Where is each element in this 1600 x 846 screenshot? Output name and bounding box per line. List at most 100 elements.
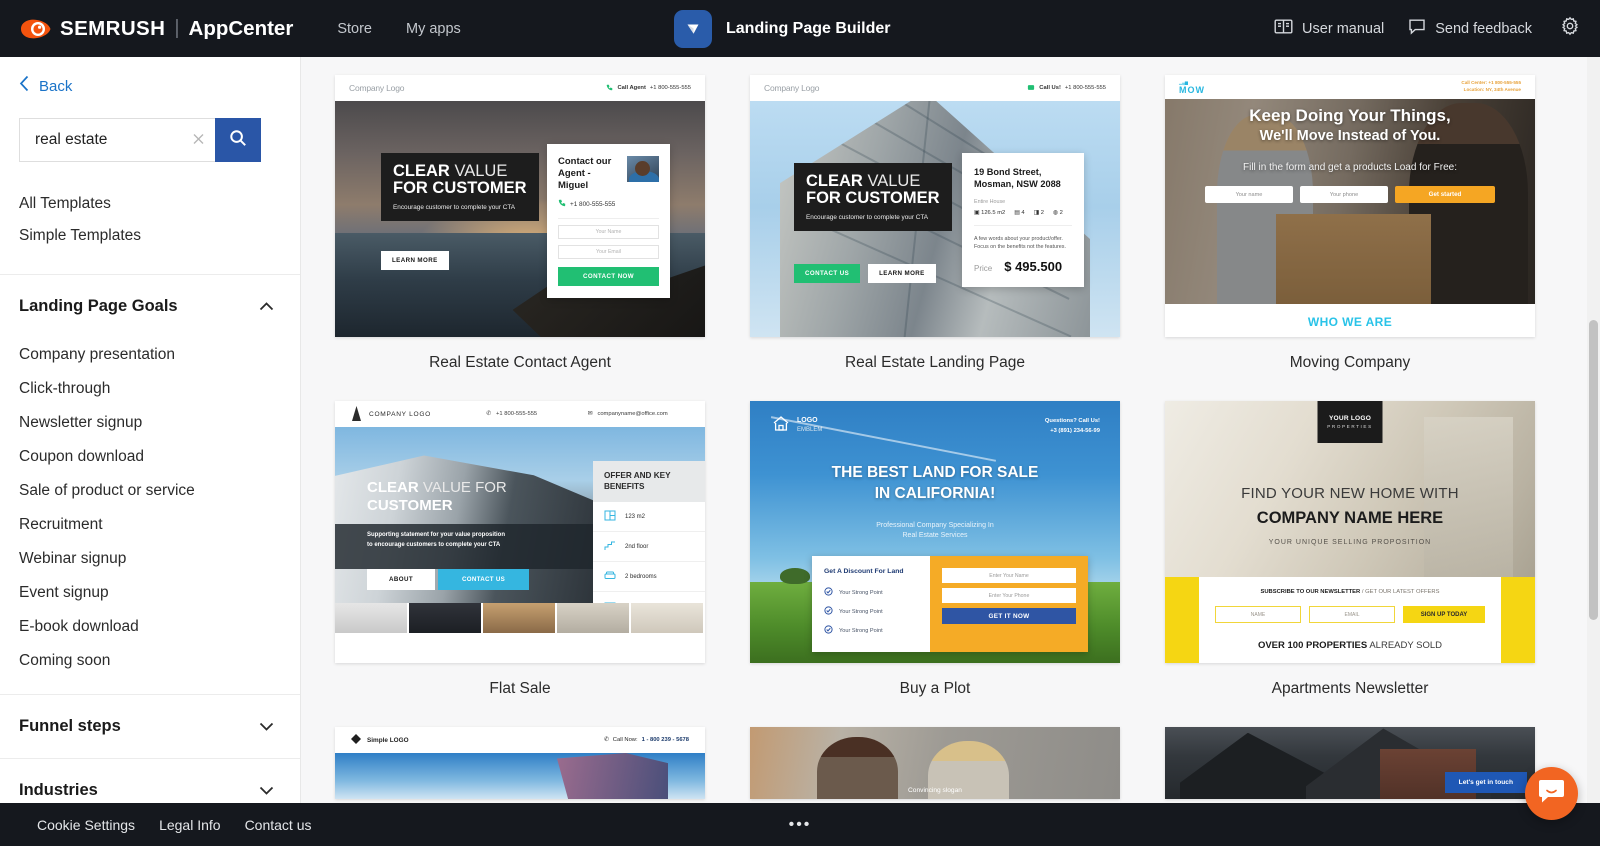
- template-card-flat-sale[interactable]: COMPANY LOGO ✆ +1 800-555-555 ✉ companyn…: [335, 401, 705, 714]
- mini-cta-contact-us[interactable]: CONTACT US: [794, 264, 861, 283]
- mini-form-submit[interactable]: GET IT NOW: [942, 608, 1076, 624]
- properties-sold-line: OVER 100 PROPERTIES ALREADY SOLD: [1215, 640, 1485, 651]
- headline-light: VALUE: [454, 162, 508, 180]
- nav-link-my-apps[interactable]: My apps: [406, 21, 461, 37]
- phone-icon: [558, 199, 566, 209]
- template-card-row3-2[interactable]: Convincing slogan: [750, 727, 1120, 799]
- search-box: real estate: [19, 118, 261, 162]
- mini-cta-learn-more[interactable]: LEARN MORE: [381, 251, 449, 270]
- mini-form-field-name[interactable]: Enter Your Name: [942, 568, 1076, 583]
- envelope-icon: ✉: [587, 411, 593, 417]
- accent-bar-left: [1165, 577, 1199, 663]
- template-thumbnail[interactable]: Simple LOGO ✆ Call Now: 1 - 800 239 - 56…: [335, 727, 705, 799]
- template-thumbnail[interactable]: Convincing slogan: [750, 727, 1120, 799]
- template-card-buy-a-plot[interactable]: LOGO EMBLEM Questions? Call Us! +3 (891)…: [750, 401, 1120, 714]
- search-button[interactable]: [215, 118, 261, 162]
- send-feedback-button[interactable]: Send feedback: [1408, 18, 1532, 39]
- back-button[interactable]: Back: [0, 57, 300, 97]
- sidebar-item-sale-of-product-or-service[interactable]: Sale of product or service: [19, 474, 300, 508]
- template-thumbnail[interactable]: Company Logo Call Us! +1 800-555-555 CLE…: [750, 75, 1120, 337]
- mini-form-field-email[interactable]: Your Email: [558, 245, 659, 260]
- filter-all-templates[interactable]: All Templates: [19, 188, 300, 220]
- mini-cta-get-in-touch[interactable]: Let's get in touch: [1444, 772, 1527, 793]
- mini-subtext-line2: Real Estate Services: [902, 532, 968, 540]
- sidebar-item-company-presentation[interactable]: Company presentation: [19, 338, 300, 372]
- template-card-apartments-newsletter[interactable]: YOUR LOGO PROPERTIES FIND YOUR NEW HOME …: [1165, 401, 1535, 714]
- sidebar-item-newsletter-signup[interactable]: Newsletter signup: [19, 406, 300, 440]
- mini-contact: Call Center: +1 800-555-555 Location: NY…: [1461, 80, 1521, 94]
- sidebar-item-event-signup[interactable]: Event signup: [19, 576, 300, 610]
- search-input[interactable]: real estate: [19, 118, 215, 162]
- template-thumbnail[interactable]: YOUR LOGO PROPERTIES FIND YOUR NEW HOME …: [1165, 401, 1535, 663]
- template-card-moving-company[interactable]: ▂▄▆ MOW Call Center: +1 800-555-555 Loca…: [1165, 75, 1535, 388]
- footer-link-cookie-settings[interactable]: Cookie Settings: [37, 817, 135, 833]
- template-card-real-estate-landing-page[interactable]: Company Logo Call Us! +1 800-555-555 CLE…: [750, 75, 1120, 388]
- top-nav-right-group: User manual Send feedback: [1274, 0, 1586, 57]
- mini-form-field-phone[interactable]: Enter Your Phone: [942, 588, 1076, 603]
- footer-bar: Cookie Settings Legal Info Contact us ••…: [0, 803, 1600, 846]
- semrush-brand-logo[interactable]: SEMRUSH | AppCenter: [18, 17, 293, 41]
- template-card-row3-3[interactable]: Let's get in touch: [1165, 727, 1535, 799]
- chat-widget-button[interactable]: [1525, 767, 1578, 820]
- template-thumbnail[interactable]: COMPANY LOGO ✆ +1 800-555-555 ✉ companyn…: [335, 401, 705, 663]
- mini-form-submit[interactable]: Get started: [1395, 186, 1495, 204]
- hero-tower: [557, 753, 668, 799]
- brand-appcenter: AppCenter: [188, 16, 294, 40]
- template-thumbnail[interactable]: ▂▄▆ MOW Call Center: +1 800-555-555 Loca…: [1165, 75, 1535, 337]
- sidebar-item-click-through[interactable]: Click-through: [19, 372, 300, 406]
- mini-headline-line2: FOR CUSTOMER: [806, 189, 940, 208]
- mini-form-field-name[interactable]: Your Name: [558, 225, 659, 240]
- template-thumbnail[interactable]: Let's get in touch: [1165, 727, 1535, 799]
- sidebar-item-recruitment[interactable]: Recruitment: [19, 508, 300, 542]
- benefit-label: Your Strong Point: [839, 627, 883, 634]
- sidebar-item-ebook-download[interactable]: E-book download: [19, 610, 300, 644]
- mini-form-field-phone[interactable]: Your phone: [1300, 186, 1388, 204]
- template-card-row3-1[interactable]: Simple LOGO ✆ Call Now: 1 - 800 239 - 56…: [335, 727, 705, 799]
- template-thumbnail[interactable]: Company Logo Call Agent +1 800-555-555 C…: [335, 75, 705, 337]
- mini-subtext: Fill in the form and get a products Load…: [1243, 162, 1457, 174]
- page-scrollbar-thumb[interactable]: [1589, 320, 1598, 620]
- nav-link-store[interactable]: Store: [337, 21, 372, 37]
- mini-logo-sub: Logo: [801, 83, 820, 93]
- user-manual-button[interactable]: User manual: [1274, 18, 1384, 39]
- mini-contact-label: Call Us!: [1039, 85, 1061, 91]
- mini-logo: LOGO EMBLEM: [772, 415, 822, 437]
- mini-form-submit[interactable]: SIGN UP TODAY: [1403, 606, 1485, 623]
- footer-link-contact-us[interactable]: Contact us: [245, 817, 312, 833]
- mini-page: Company Logo Call Agent +1 800-555-555 C…: [335, 75, 705, 337]
- section-header-landing-page-goals[interactable]: Landing Page Goals: [0, 275, 300, 338]
- settings-button[interactable]: [1560, 16, 1580, 41]
- agent-avatar: [627, 156, 659, 182]
- speech-bubble-icon: [1408, 18, 1426, 39]
- subscribe-rest: / GET OUR LATEST OFFERS: [1360, 589, 1440, 595]
- contact-location: Location: NY, 34th Avenue: [1463, 87, 1521, 92]
- property-parking: ◍ 2: [1052, 209, 1063, 216]
- section-title: Landing Page Goals: [19, 297, 178, 315]
- mini-form-field-email[interactable]: EMAIL: [1309, 606, 1395, 623]
- mini-form-submit[interactable]: CONTACT NOW: [558, 267, 659, 287]
- template-thumbnail[interactable]: LOGO EMBLEM Questions? Call Us! +3 (891)…: [750, 401, 1120, 663]
- contact-question: Questions? Call Us!: [1044, 418, 1100, 424]
- diamond-icon: [351, 734, 361, 746]
- mini-form-field-name[interactable]: Your name: [1205, 186, 1293, 204]
- footer-more-options[interactable]: •••: [789, 816, 812, 834]
- hero-moving-box: [1276, 213, 1432, 304]
- mini-form-field-name[interactable]: NAME: [1215, 606, 1301, 623]
- template-card-real-estate-contact-agent[interactable]: Company Logo Call Agent +1 800-555-555 C…: [335, 75, 705, 388]
- filter-simple-templates[interactable]: Simple Templates: [19, 220, 300, 252]
- close-icon[interactable]: [192, 132, 205, 149]
- mini-cta-about[interactable]: ABOUT: [367, 569, 435, 591]
- mini-cta-contact-us[interactable]: CONTACT US: [438, 569, 530, 591]
- section-header-industries[interactable]: Industries: [0, 759, 300, 803]
- logo-main: LOGO: [797, 417, 818, 425]
- sidebar-item-webinar-signup[interactable]: Webinar signup: [19, 542, 300, 576]
- mini-headline-line1: FIND YOUR NEW HOME WITH: [1241, 485, 1459, 502]
- footer-link-legal-info[interactable]: Legal Info: [159, 817, 221, 833]
- sidebar-item-coupon-download[interactable]: Coupon download: [19, 440, 300, 474]
- mini-cta-learn-more[interactable]: LEARN MORE: [868, 264, 936, 283]
- mini-logo: ▂▄▆ MOW: [1179, 79, 1205, 95]
- sidebar-item-coming-soon[interactable]: Coming soon: [19, 644, 300, 678]
- section-header-funnel-steps[interactable]: Funnel steps: [0, 695, 300, 758]
- benefit-point: Your Strong Point: [824, 621, 918, 640]
- mini-form-benefits: Get A Discount For Land Your Strong Poin…: [812, 556, 930, 652]
